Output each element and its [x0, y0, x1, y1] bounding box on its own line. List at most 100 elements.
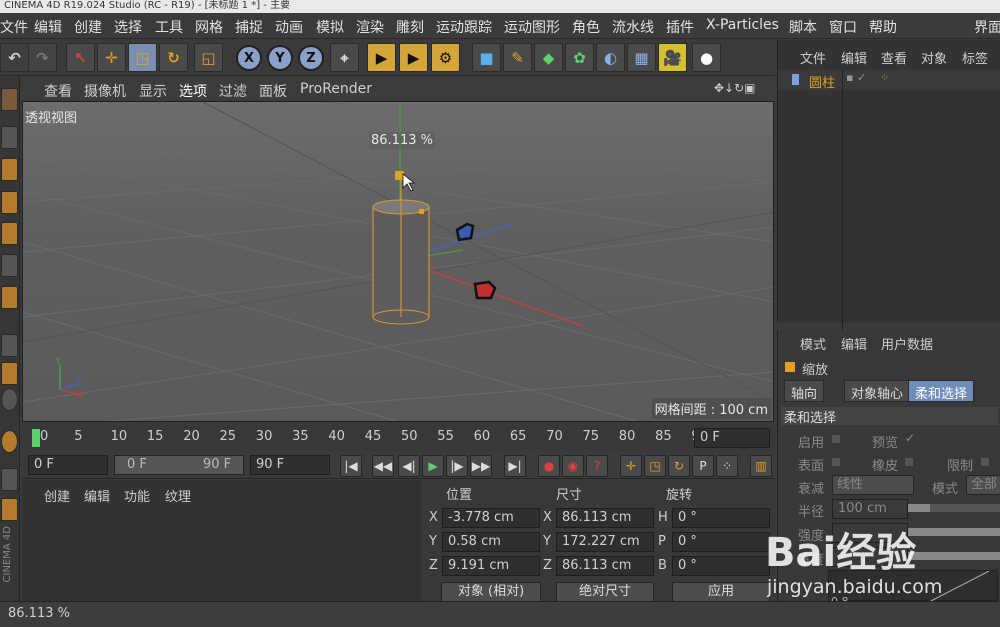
- menu-tools[interactable]: 工具: [155, 17, 183, 37]
- record-keys-icon[interactable]: ●: [538, 455, 560, 477]
- menu-character[interactable]: 角色: [572, 17, 600, 37]
- menu-pipeline[interactable]: 流水线: [612, 17, 654, 37]
- sphere-mode-icon[interactable]: [1, 88, 18, 111]
- undo-icon[interactable]: ↶: [0, 43, 29, 72]
- visibility-toggle-icon[interactable]: ▪ ✓: [846, 71, 866, 84]
- keyframe-help-icon[interactable]: ?: [586, 455, 608, 477]
- pen-icon[interactable]: ✎: [503, 43, 532, 72]
- autokey-icon[interactable]: ◉: [562, 455, 584, 477]
- menu-x-particles[interactable]: X-Particles: [706, 17, 779, 33]
- attr-menu-userdata[interactable]: 用户数据: [881, 334, 933, 353]
- menu-snap[interactable]: 捕捉: [235, 17, 263, 37]
- subdivision-icon[interactable]: ◆: [534, 43, 563, 72]
- camera-icon[interactable]: 🎥: [658, 43, 687, 72]
- rot-h-field[interactable]: 0 °: [672, 508, 770, 528]
- attr-menu-edit[interactable]: 编辑: [841, 334, 867, 353]
- width-field[interactable]: [832, 547, 908, 567]
- rotate-icon[interactable]: ↻: [159, 43, 188, 72]
- menu-create[interactable]: 创建: [74, 17, 102, 37]
- polygons-mode-icon[interactable]: [1, 286, 18, 309]
- vp-menu-panel[interactable]: 面板: [259, 81, 287, 101]
- current-frame-field[interactable]: 0 F: [694, 428, 770, 448]
- coordinate-system-icon[interactable]: ⌖: [330, 43, 359, 72]
- tab-object-axis[interactable]: 对象轴心: [844, 380, 911, 402]
- size-mode-dropdown[interactable]: 绝对尺寸: [556, 582, 654, 602]
- perspective-viewport[interactable]: Y Z X 透视视图 86.113 % 网格间距 : 100 cm: [22, 101, 774, 422]
- key-parameter-icon[interactable]: P: [692, 455, 714, 477]
- vp-menu-camera[interactable]: 摄像机: [84, 81, 126, 101]
- viewport-nav-icon[interactable]: ✥↓↻▣: [714, 81, 756, 95]
- preview-checkbox[interactable]: ✓: [905, 431, 915, 445]
- radius-field[interactable]: 100 cm: [832, 499, 908, 519]
- menu-simulate[interactable]: 模拟: [316, 17, 344, 37]
- model-mode-icon[interactable]: [1, 126, 18, 149]
- grid-icon[interactable]: [1, 468, 18, 491]
- obj-menu-edit[interactable]: 编辑: [841, 48, 867, 67]
- pos-z-field[interactable]: 9.191 cm: [442, 556, 540, 576]
- end-frame-field[interactable]: 90 F: [250, 455, 330, 475]
- apply-button[interactable]: 应用: [672, 582, 770, 602]
- size-handle[interactable]: [419, 209, 424, 214]
- render-picture-viewer-icon[interactable]: ▶: [399, 43, 428, 72]
- goto-end-icon[interactable]: ▶|: [504, 455, 526, 477]
- floor-icon[interactable]: ▦: [627, 43, 656, 72]
- menu-render[interactable]: 渲染: [356, 17, 384, 37]
- layer-icon[interactable]: [1, 498, 18, 521]
- array-icon[interactable]: ✿: [565, 43, 594, 72]
- strength-slider[interactable]: [908, 528, 1000, 536]
- frame-range-slider[interactable]: 0 F 90 F: [114, 455, 244, 475]
- menu-mograph[interactable]: 运动图形: [504, 17, 560, 37]
- menu-select[interactable]: 选择: [114, 17, 142, 37]
- move-icon[interactable]: ✛: [97, 43, 126, 72]
- vp-menu-display[interactable]: 显示: [139, 81, 167, 101]
- vp-menu-options[interactable]: 选项: [179, 81, 207, 101]
- cube-icon[interactable]: ■: [472, 43, 501, 72]
- cylinder-object[interactable]: [372, 177, 430, 325]
- snap-icon[interactable]: [1, 362, 18, 385]
- axis-z-lock[interactable]: Z: [298, 45, 324, 71]
- mode-dropdown[interactable]: 全部: [966, 475, 1000, 495]
- menu-help[interactable]: 帮助: [869, 17, 897, 37]
- menu-file[interactable]: 文件: [0, 17, 28, 37]
- attr-menu-mode[interactable]: 模式: [800, 334, 826, 353]
- mat-menu-function[interactable]: 功能: [124, 486, 150, 505]
- obj-menu-tags[interactable]: 标签: [962, 48, 988, 67]
- select-icon[interactable]: ↖: [66, 43, 95, 72]
- tab-soft-selection[interactable]: 柔和选择: [908, 380, 975, 402]
- menu-sculpt[interactable]: 雕刻: [396, 17, 424, 37]
- key-position-icon[interactable]: ✛: [620, 455, 642, 477]
- pos-x-field[interactable]: -3.778 cm: [442, 508, 540, 528]
- size-z-field[interactable]: 86.113 cm: [556, 556, 654, 576]
- vp-menu-view[interactable]: 查看: [44, 81, 72, 101]
- rot-b-field[interactable]: 0 °: [672, 556, 770, 576]
- vp-menu-filter[interactable]: 过滤: [219, 81, 247, 101]
- vp-menu-prorender[interactable]: ProRender: [300, 81, 372, 97]
- tab-axis[interactable]: 轴向: [784, 380, 825, 402]
- obj-menu-object[interactable]: 对象: [921, 48, 947, 67]
- edges-mode-icon[interactable]: [1, 254, 18, 277]
- next-frame-icon[interactable]: |▶: [446, 455, 468, 477]
- menu-plugins[interactable]: 插件: [666, 17, 694, 37]
- mat-menu-edit[interactable]: 编辑: [84, 486, 110, 505]
- goto-start-icon[interactable]: |◀: [340, 455, 362, 477]
- menu-window[interactable]: 窗口: [829, 17, 857, 37]
- light-icon[interactable]: ●: [692, 43, 721, 72]
- magnet-icon[interactable]: [1, 430, 18, 453]
- key-pla-icon[interactable]: ⁘: [716, 455, 738, 477]
- render-view-icon[interactable]: ▶: [367, 43, 396, 72]
- menu-layout[interactable]: 界面: [974, 17, 1000, 37]
- axis-x-lock[interactable]: X: [236, 45, 262, 71]
- scale-icon[interactable]: ◳: [128, 43, 157, 72]
- object-name[interactable]: 圆柱: [809, 72, 835, 91]
- recent-tool-icon[interactable]: ◱: [194, 43, 223, 72]
- falloff-dropdown[interactable]: 线性: [832, 475, 914, 495]
- next-key-icon[interactable]: ▶▶: [470, 455, 492, 477]
- menu-animate[interactable]: 动画: [275, 17, 303, 37]
- axis-y-lock[interactable]: Y: [267, 45, 293, 71]
- mat-menu-texture[interactable]: 纹理: [165, 486, 191, 505]
- size-y-field[interactable]: 172.227 cm: [556, 532, 654, 552]
- deformer-icon[interactable]: ◐: [596, 43, 625, 72]
- texture-mode-icon[interactable]: [1, 158, 18, 181]
- coord-mode-dropdown[interactable]: 对象 (相对): [441, 582, 541, 602]
- object-row[interactable]: 圆柱 ▪ ✓ ⁘: [778, 70, 1000, 360]
